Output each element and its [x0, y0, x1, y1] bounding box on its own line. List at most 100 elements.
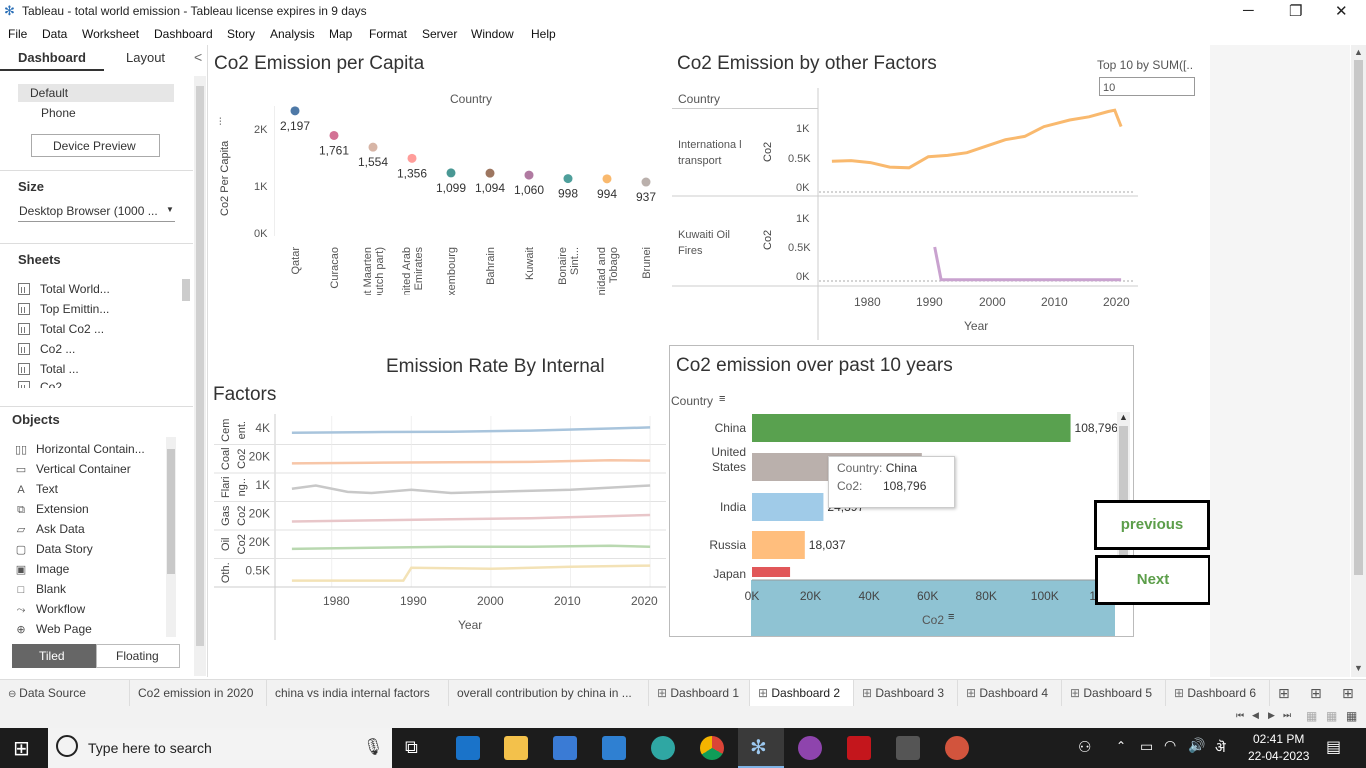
object-data-story[interactable]: ▢ Data Story: [14, 542, 93, 556]
people-icon[interactable]: ⚇: [1078, 738, 1091, 756]
scroll-down-icon[interactable]: ▼: [1354, 663, 1363, 673]
filmstrip-view-icon[interactable]: ▦: [1326, 709, 1337, 723]
edge-icon[interactable]: [651, 736, 675, 760]
tabs-view-icon[interactable]: ▦: [1346, 709, 1357, 723]
sheet-item[interactable]: Total ...: [18, 362, 79, 376]
battery-icon[interactable]: ▭: [1140, 738, 1153, 755]
object-workflow[interactable]: ⤳ Workflow: [14, 602, 86, 617]
clock-date[interactable]: 22-04-2023: [1248, 749, 1309, 763]
scroll-up-icon[interactable]: ▲: [1354, 47, 1363, 57]
tab-sheet[interactable]: china vs india internal factors: [267, 680, 449, 707]
tiled-button[interactable]: Tiled: [12, 644, 96, 668]
chrome-icon[interactable]: [700, 736, 724, 760]
menu-format[interactable]: Format: [369, 27, 407, 41]
last-sheet-icon[interactable]: ⏭: [1283, 710, 1291, 721]
object-extension[interactable]: ⧉ Extension: [14, 502, 89, 517]
tab-dashboard[interactable]: Dashboard: [0, 45, 104, 71]
k7-icon[interactable]: [896, 736, 920, 760]
scrollbar-thumb[interactable]: [1354, 60, 1363, 575]
previous-button[interactable]: previous: [1094, 500, 1210, 550]
menu-window[interactable]: Window: [471, 27, 514, 41]
app-icon[interactable]: [945, 736, 969, 760]
sheet-item[interactable]: Total Co2 ...: [18, 322, 104, 336]
edge-legacy-icon[interactable]: [456, 736, 480, 760]
menu-map[interactable]: Map: [329, 27, 352, 41]
tab-layout[interactable]: Layout: [104, 45, 194, 71]
object-text[interactable]: A Text: [14, 482, 58, 496]
acrobat-icon[interactable]: [847, 736, 871, 760]
collapse-panel-button[interactable]: <: [194, 49, 202, 65]
scrollbar-thumb[interactable]: [167, 449, 175, 574]
tab-dashboard-1[interactable]: ⊞ Dashboard 1: [649, 680, 750, 707]
category-label: Emirates: [413, 247, 425, 291]
menu-analysis[interactable]: Analysis: [270, 27, 315, 41]
file-explorer-icon[interactable]: [504, 736, 528, 760]
microphone-icon[interactable]: 🎙: [363, 737, 383, 757]
github-icon[interactable]: [798, 736, 822, 760]
notification-icon[interactable]: ▤: [1326, 737, 1341, 757]
objects-scrollbar[interactable]: [166, 437, 176, 637]
floating-button[interactable]: Floating: [96, 644, 180, 668]
volume-icon[interactable]: 🔊: [1188, 737, 1205, 754]
store-icon[interactable]: [553, 736, 577, 760]
language-icon[interactable]: ऄ: [1215, 738, 1226, 757]
clock-time[interactable]: 02:41 PM: [1253, 732, 1304, 746]
tableau-taskbar-button[interactable]: ✻: [738, 728, 784, 768]
menu-file[interactable]: File: [8, 27, 27, 41]
sheet-item[interactable]: Co2...: [18, 380, 72, 388]
device-preview-button[interactable]: Device Preview: [31, 134, 160, 157]
chevron-up-icon[interactable]: ⌃: [1116, 739, 1126, 753]
tab-dashboard-3[interactable]: ⊞ Dashboard 3: [854, 680, 958, 707]
sort-icon[interactable]: ≡: [948, 611, 954, 623]
tab-dashboard-5[interactable]: ⊞ Dashboard 5: [1062, 680, 1166, 707]
sheet-item[interactable]: Co2 ...: [18, 342, 75, 356]
sort-icon[interactable]: ⫶: [219, 117, 222, 128]
next-sheet-icon[interactable]: ▶: [1268, 710, 1275, 721]
scrollbar-thumb[interactable]: [196, 86, 204, 646]
minimize-button[interactable]: ─: [1243, 2, 1254, 19]
new-worksheet-icon[interactable]: ⊞: [1278, 685, 1290, 702]
object-vertical-container[interactable]: ▭ Vertical Container: [14, 462, 131, 476]
size-dropdown[interactable]: Desktop Browser (1000 ... ▼: [18, 202, 175, 222]
tab-data-source[interactable]: ⊖ Data Source: [0, 680, 130, 707]
tab-dashboard-2[interactable]: ⊞ Dashboard 2: [750, 680, 854, 707]
device-phone[interactable]: Phone: [41, 106, 76, 120]
maximize-button[interactable]: ❐: [1289, 2, 1302, 20]
menu-story[interactable]: Story: [227, 27, 255, 41]
task-view-icon[interactable]: ⧉: [405, 737, 418, 758]
sort-view-icon[interactable]: ▦: [1306, 709, 1317, 723]
sort-icon[interactable]: ≡: [719, 393, 725, 405]
new-dashboard-icon[interactable]: ⊞: [1310, 685, 1322, 702]
object-horizontal-container[interactable]: ▯▯ Horizontal Contain...: [14, 442, 145, 456]
first-sheet-icon[interactable]: ⏮: [1236, 710, 1244, 721]
scroll-up-icon[interactable]: ▲: [1119, 412, 1128, 422]
menu-dashboard[interactable]: Dashboard: [154, 27, 213, 41]
object-web-page[interactable]: ⊕ Web Page: [14, 622, 91, 636]
dashboard-vscroll-right[interactable]: ▲ ▼: [1351, 45, 1366, 677]
windows-start-icon[interactable]: ⊞: [13, 736, 30, 761]
menu-server[interactable]: Server: [422, 27, 457, 41]
close-button[interactable]: ✕: [1335, 2, 1348, 20]
new-story-icon[interactable]: ⊞: [1342, 685, 1354, 702]
sheet-item[interactable]: Top Emittin...: [18, 302, 109, 316]
tab-sheet[interactable]: Co2 emission in 2020: [130, 680, 267, 707]
sheet-item[interactable]: Total World...: [18, 282, 110, 296]
object-ask-data[interactable]: ▱ Ask Data: [14, 522, 85, 536]
menu-data[interactable]: Data: [42, 27, 67, 41]
mail-icon[interactable]: [602, 736, 626, 760]
dashboard-vscroll-left[interactable]: [194, 76, 206, 676]
object-image[interactable]: ▣ Image: [14, 562, 70, 576]
tab-dashboard-4[interactable]: ⊞ Dashboard 4: [958, 680, 1062, 707]
menu-help[interactable]: Help: [531, 27, 556, 41]
next-button[interactable]: Next: [1095, 555, 1211, 605]
tab-sheet[interactable]: overall contribution by china in ...: [449, 680, 649, 707]
device-default[interactable]: Default: [18, 84, 174, 102]
tab-dashboard-6[interactable]: ⊞ Dashboard 6: [1166, 680, 1270, 707]
taskbar-search[interactable]: Type here to search 🎙: [48, 728, 392, 768]
past10-vscroll[interactable]: ▲: [1117, 412, 1130, 577]
object-blank[interactable]: □ Blank: [14, 582, 66, 596]
prev-sheet-icon[interactable]: ◀: [1252, 710, 1259, 721]
menu-worksheet[interactable]: Worksheet: [82, 27, 139, 41]
wifi-icon[interactable]: ◠: [1164, 737, 1176, 754]
sheets-scrollbar[interactable]: [182, 279, 190, 301]
